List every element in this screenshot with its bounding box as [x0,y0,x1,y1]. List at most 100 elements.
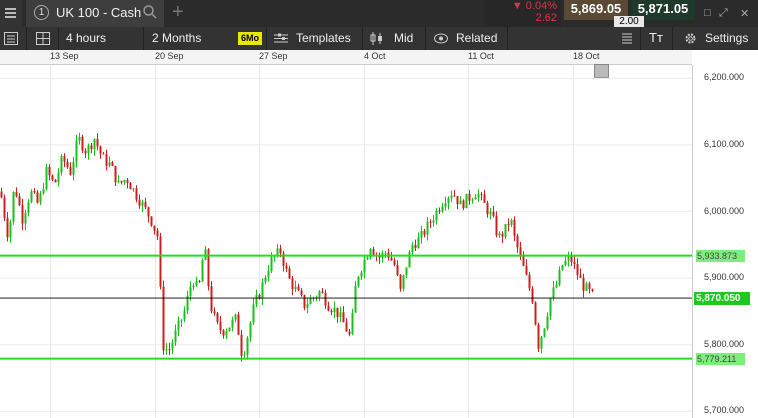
candle-body [129,183,132,190]
candle-body [135,188,138,200]
candle-body [222,330,225,336]
candle-body [513,220,516,236]
candle-body [492,211,495,216]
candle-body [42,189,45,194]
candle-body [357,276,360,286]
layout-grid-icon[interactable] [36,32,50,45]
candle-body [405,267,408,276]
hamburger-menu-icon[interactable] [0,0,22,27]
candle-body [327,305,330,311]
candle-body [429,221,432,223]
tab-number: 1 [34,5,49,20]
candle-body [450,195,453,198]
candle-body [396,264,399,275]
candle-body [444,203,447,207]
candle-body [126,180,129,184]
candle-body [99,146,102,154]
candle-body [78,136,81,141]
add-tab-icon[interactable]: + [172,2,184,22]
candle-body [366,257,369,260]
window-icon[interactable]: □ [704,7,711,19]
current-price-label: 5,870.050 [694,292,750,306]
list-icon[interactable] [4,32,18,45]
candle-body [246,337,249,355]
candle-body [57,172,60,183]
candle-body [231,319,234,328]
candle-body [579,274,582,278]
candle-body [453,195,456,197]
candle-body [141,202,144,206]
candle-body [510,220,513,225]
candle-body [336,307,339,318]
candle-body [243,354,246,356]
candle-body [105,154,108,166]
x-tick-label: 4 Oct [364,51,386,61]
close-icon[interactable]: ✕ [740,7,749,20]
text-size-icon[interactable]: Tт [649,27,663,50]
candle-body [237,314,240,335]
price-chart[interactable] [0,65,692,418]
price-type-selector[interactable]: Mid [394,27,413,50]
candle-body [306,304,309,308]
notes-icon[interactable] [620,32,634,45]
candle-body [573,262,576,265]
candle-body [72,161,75,175]
candle-body [486,202,489,215]
candle-type-icon[interactable] [370,32,386,45]
candle-body [348,331,351,335]
y-tick-label: 5,700.000 [704,405,745,416]
candle-body [150,216,153,226]
candle-body [165,349,168,351]
instrument-tab[interactable]: 1 UK 100 - Cash [26,0,164,27]
x-tick-label: 18 Oct [573,51,600,61]
templates-icon[interactable] [274,33,288,44]
y-tick-label: 5,900.000 [704,272,745,283]
candle-body [255,294,258,305]
candle-body [156,230,159,237]
expand-icon[interactable]: ⤢ [719,7,728,20]
candle-body [123,180,126,183]
candle-body [24,212,27,224]
search-icon[interactable] [142,4,158,20]
gear-icon[interactable] [684,32,697,45]
candle-body [171,342,174,350]
x-tick-label: 13 Sep [50,51,79,61]
candle-body [384,252,387,254]
candle-body [528,274,531,289]
eye-icon[interactable] [434,33,448,44]
candle-body [102,153,105,155]
candle-body [81,136,84,151]
candle-body [147,207,150,217]
candle-body [468,193,471,201]
candle-body [48,166,51,176]
candle-body [294,286,297,290]
candle-body [6,217,9,238]
candle-body [354,285,357,313]
interval-selector[interactable]: 4 hours [66,27,106,50]
related-button[interactable]: Related [456,27,497,50]
candle-body [549,297,552,317]
candle-body [432,220,435,223]
candle-body [465,193,468,209]
settings-button[interactable]: Settings [705,27,748,50]
candle-body [225,331,228,336]
range-badge[interactable]: 6Mo [238,32,262,45]
candle-body [63,156,66,162]
price-change: ▼ 0.04% 2.62 [484,0,561,27]
candle-body [537,324,540,349]
candle-body [261,282,264,299]
range-selector[interactable]: 2 Months [152,27,201,50]
candle-body [447,197,450,204]
change-percent: ▼ 0.04% [511,0,557,12]
candle-body [504,223,507,237]
candle-body [159,236,162,287]
candle-body [9,221,12,238]
candle-body [480,194,483,196]
candle-body [402,275,405,289]
candle-body [192,285,195,288]
candle-body [321,291,324,293]
chart-toolbar: 4 hours 2 Months 6Mo Templates Mid Relat… [0,27,758,50]
candle-body [582,277,585,291]
candle-body [411,244,414,253]
templates-button[interactable]: Templates [296,27,351,50]
